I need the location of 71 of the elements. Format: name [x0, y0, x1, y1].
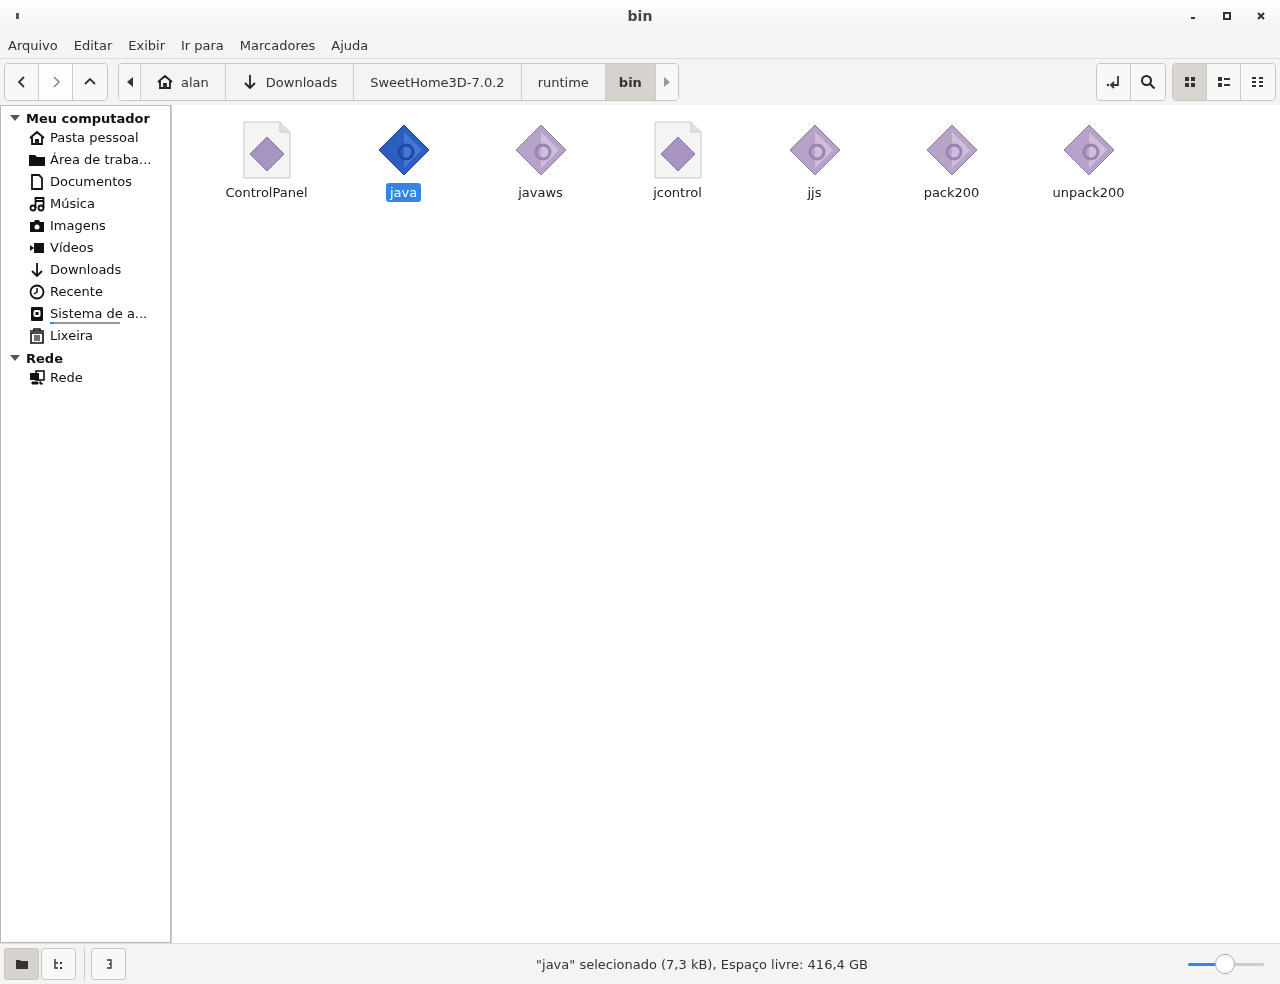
- triangle-right-icon: [662, 76, 671, 88]
- camera-icon: [29, 218, 45, 234]
- menu-item[interactable]: Editar: [73, 37, 113, 53]
- sidebar-item[interactable]: Sistema de a...: [50, 304, 148, 324]
- maximize-icon[interactable]: [1222, 11, 1232, 21]
- breadcrumb-button[interactable]: runtime: [521, 64, 606, 100]
- window-icon: [16, 13, 19, 19]
- sidebar-item[interactable]: Documentos: [50, 172, 133, 192]
- back-button[interactable]: [5, 64, 39, 100]
- video-camera-icon: [29, 240, 45, 256]
- sidebar-item[interactable]: Recente: [50, 282, 103, 302]
- places-pane-button[interactable]: [4, 948, 39, 980]
- file-document-icon[interactable]: [652, 121, 703, 179]
- icon-view-button[interactable]: [1173, 64, 1207, 100]
- scroll-left-button[interactable]: [119, 64, 141, 100]
- drive-icon: [29, 306, 45, 322]
- sidebar-item[interactable]: Área de traba...: [50, 150, 152, 170]
- grid-icon: [1183, 76, 1196, 88]
- down-arrow-icon: [241, 74, 258, 90]
- menu-item[interactable]: Exibir: [128, 37, 165, 53]
- expander-icon[interactable]: [10, 114, 20, 122]
- menu-item[interactable]: Ajuda: [331, 37, 369, 53]
- file-name[interactable]: ControlPanel: [221, 183, 312, 202]
- expander-icon[interactable]: [10, 354, 20, 362]
- file-document-icon[interactable]: [241, 121, 292, 179]
- return-arrow-icon: [1105, 74, 1122, 90]
- folder-icon: [29, 152, 45, 168]
- sidebar-heading: Rede: [26, 350, 63, 366]
- toggle-sidebar-button[interactable]: [91, 948, 126, 980]
- sidebar-item[interactable]: Vídeos: [50, 238, 94, 258]
- location-toggle-button[interactable]: [1097, 64, 1131, 100]
- sidebar-item[interactable]: Imagens: [50, 216, 106, 236]
- sidebar-item[interactable]: Downloads: [50, 260, 122, 280]
- music-note-icon: [29, 196, 45, 212]
- folder-icon: [15, 959, 28, 969]
- window-title: bin: [627, 8, 653, 24]
- breadcrumb-button[interactable]: bin: [605, 64, 656, 100]
- clock-icon: [29, 284, 45, 300]
- file-name[interactable]: jcontrol: [649, 183, 706, 202]
- zoom-slider[interactable]: [1188, 954, 1264, 974]
- compact-list-icon: [1251, 76, 1265, 88]
- sidebar-item[interactable]: Pasta pessoal: [50, 128, 139, 148]
- triangle-left-icon: [125, 76, 134, 88]
- file-name[interactable]: pack200: [919, 183, 984, 202]
- sidebar-heading: Meu computador: [26, 110, 150, 126]
- menu-item[interactable]: Arquivo: [8, 37, 58, 53]
- close-icon[interactable]: [1256, 11, 1266, 21]
- file-name[interactable]: javaws: [514, 183, 567, 202]
- file-name[interactable]: java: [385, 183, 422, 202]
- sidebar-item[interactable]: Música: [50, 194, 95, 214]
- file-name[interactable]: jjs: [803, 183, 826, 202]
- sidebar-item[interactable]: Lixeira: [50, 326, 94, 346]
- search-icon: [1140, 74, 1156, 90]
- menu-item[interactable]: Marcadores: [239, 37, 316, 53]
- trash-icon: [29, 328, 45, 344]
- tree-pane-button[interactable]: [41, 948, 76, 980]
- breadcrumb-button[interactable]: SweetHome3D-7.0.2: [354, 64, 522, 100]
- house-icon: [29, 130, 45, 146]
- breadcrumb-button[interactable]: Downloads: [225, 64, 355, 100]
- house-icon: [157, 74, 173, 90]
- network-icon: [29, 370, 45, 386]
- sidebar-item[interactable]: Rede: [50, 368, 83, 388]
- status-text: "java" selecionado (7,3 kB), Espaço livre: 416,4 GB: [536, 956, 868, 972]
- chevron-left-icon: [15, 76, 28, 88]
- tree-icon: [52, 958, 65, 970]
- list-icon: [1216, 76, 1231, 88]
- menu-item[interactable]: Ir para: [181, 37, 224, 53]
- file-name[interactable]: unpack200: [1048, 183, 1129, 202]
- breadcrumb-button[interactable]: alan: [141, 64, 226, 100]
- document-icon: [29, 174, 45, 190]
- down-arrow-icon: [29, 262, 45, 278]
